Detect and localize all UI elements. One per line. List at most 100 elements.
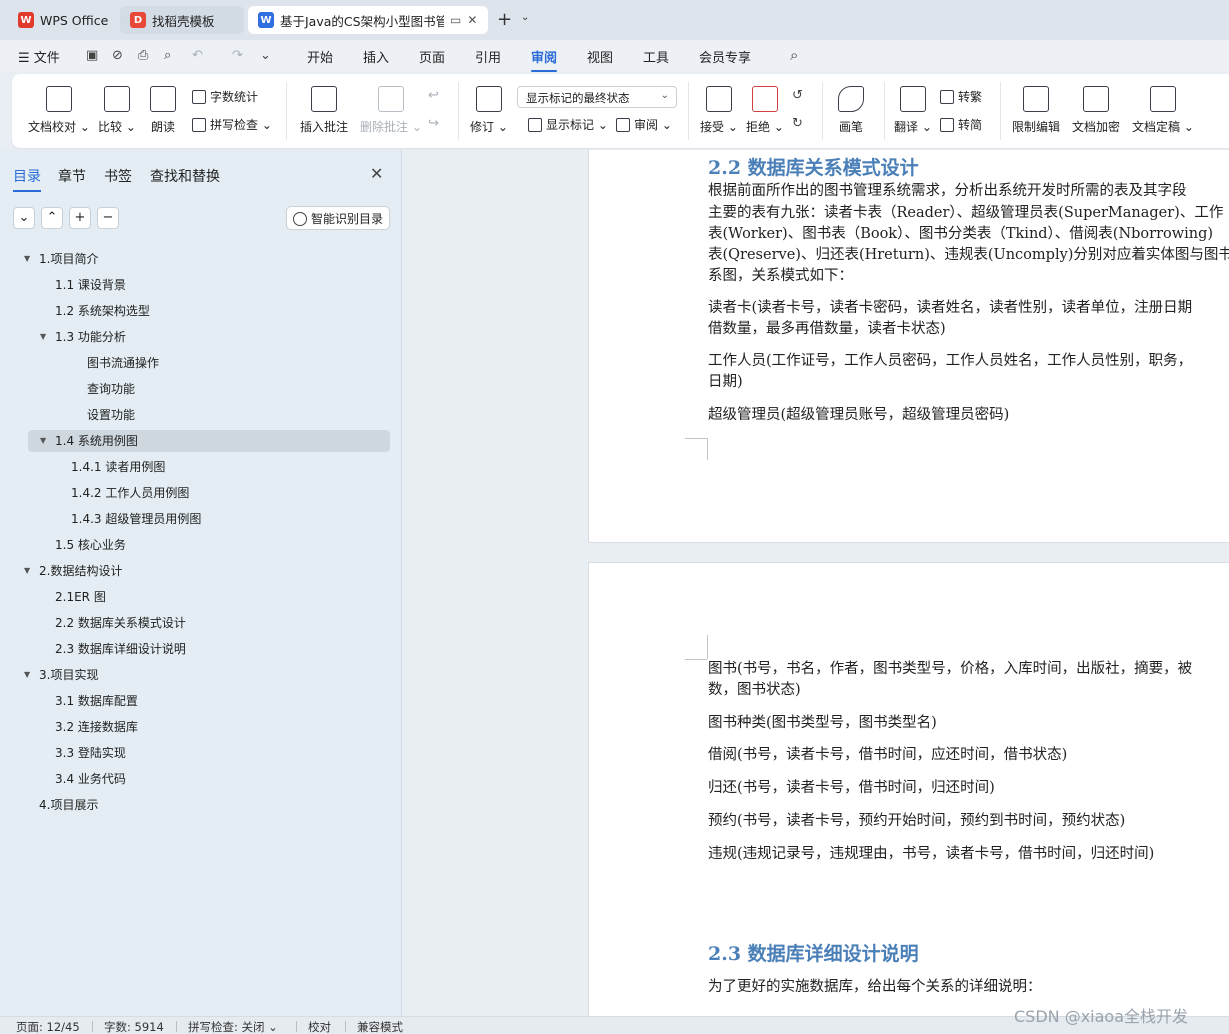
toc-item[interactable]: 设置功能 [87,404,135,426]
close-icon[interactable]: ✕ [467,13,477,27]
menu-reference[interactable]: 引用 [475,47,501,66]
menu-member[interactable]: 会员专享 [699,47,751,66]
restrict-edit-button[interactable]: 限制编辑 [1012,86,1060,135]
word-count-indicator[interactable]: 字数: 5914 [104,1019,164,1034]
monitor-icon[interactable]: ▭ [450,13,461,27]
pen-button[interactable]: 画笔 [838,86,864,135]
redo-icon[interactable]: ↷ [232,48,243,63]
save-icon[interactable]: ▣ [86,48,98,63]
paragraph-line: 日期) [708,374,743,390]
encrypt-button[interactable]: 文档加密 [1072,86,1120,135]
review-pane-button[interactable]: 审阅 ⌄ [616,116,672,133]
menu-tools[interactable]: 工具 [643,47,669,66]
chevron-up-icon: ⌃ [46,210,58,225]
reject-button[interactable]: 拒绝 ⌄ [746,86,784,135]
toc-item[interactable]: ▼ 3.项目实现 [24,664,98,686]
toc-item[interactable]: ▼ 1.项目简介 [24,248,98,270]
toc-item[interactable]: 1.5 核心业务 [55,534,126,556]
revise-button[interactable]: 修订 ⌄ [470,86,508,135]
print-icon[interactable]: ⎙ [138,48,148,63]
toc-item-label: 3.3 登陆实现 [55,746,126,760]
to-simplified-button[interactable]: 转简 [940,116,982,133]
spell-check-indicator[interactable]: 拼写检查: 关闭 ⌄ [188,1019,278,1034]
expand-triangle-icon[interactable]: ▼ [24,560,30,582]
word-count-button[interactable]: 字数统计 [192,88,258,105]
menu-view[interactable]: 视图 [587,47,613,66]
toc-item[interactable]: 查询功能 [87,378,135,400]
toc-item[interactable]: ▼ 1.3 功能分析 [40,326,126,348]
undo-icon[interactable]: ↶ [192,48,203,63]
next-revision-icon[interactable]: ↻ [792,116,803,131]
toc-item[interactable]: 3.4 业务代码 [55,768,126,790]
close-icon[interactable]: ✕ [370,164,383,183]
menu-page[interactable]: 页面 [419,47,445,66]
delete-comment-button[interactable]: 删除批注 ⌄ [360,86,422,135]
insert-comment-button[interactable]: 插入批注 [300,86,348,135]
doc-check-button[interactable]: 文档校对 ⌄ [28,86,90,135]
markup-state-select[interactable]: 显示标记的最终状态 ⌄ [517,86,677,108]
toc-item[interactable]: 1.2 系统架构选型 [55,300,150,322]
smart-toc-button[interactable]: 智能识别目录 [286,206,390,230]
nav-tab-bookmarks[interactable]: 书签 [104,166,132,186]
toc-item[interactable]: 1.4.3 超级管理员用例图 [71,508,201,530]
nav-tab-find-replace[interactable]: 查找和替换 [150,166,220,186]
toc-item[interactable]: 1.1 课设背景 [55,274,126,296]
search-icon[interactable]: ⌕ [790,46,798,64]
menu-start[interactable]: 开始 [307,47,333,66]
paragraph-line: 系图，关系模式如下： [708,268,853,284]
add-heading-button[interactable]: + [69,207,91,229]
file-menu[interactable]: ☰ 文件 [18,47,60,66]
accept-button[interactable]: 接受 ⌄ [700,86,738,135]
toc-item[interactable]: 1.4.2 工作人员用例图 [71,482,189,504]
encrypt-label: 文档加密 [1072,120,1121,134]
expand-up-button[interactable]: ⌃ [41,207,63,229]
link-icon[interactable]: ⊘ [112,48,123,63]
collapse-all-button[interactable]: ⌄ [13,207,35,229]
toc-item[interactable]: ▼ 1.4 系统用例图 [40,430,138,452]
toc-item[interactable]: 2.3 数据库详细设计说明 [55,638,186,660]
spell-check-button[interactable]: 拼写检查 ⌄ [192,116,272,133]
expand-triangle-icon[interactable]: ▼ [40,326,46,348]
toc-item[interactable]: 3.1 数据库配置 [55,690,138,712]
chevron-down-icon[interactable]: ⌄ [521,12,529,23]
tab-document[interactable]: W 基于Java的CS架构小型图书管 ▭ ✕ [248,6,488,34]
toc-item[interactable]: 3.3 登陆实现 [55,742,126,764]
print-preview-icon[interactable]: ⌕ [164,48,171,63]
page-indicator[interactable]: 页面: 12/45 [16,1019,80,1034]
previous-comment-icon[interactable]: ↩ [428,88,439,103]
previous-revision-icon[interactable]: ↺ [792,88,803,103]
toc-item[interactable]: ▼ 2.数据结构设计 [24,560,122,582]
expand-triangle-icon[interactable]: ▼ [24,664,30,686]
compare-button[interactable]: 比较 ⌄ [98,86,136,135]
toc-item[interactable]: 图书流通操作 [87,352,159,374]
lock-doc-icon [1023,86,1049,112]
document-page: 图书(书号，书名，作者，图书类型号，价格，入库时间，出版社，摘要，被 数，图书状… [588,562,1229,1016]
menu-review[interactable]: 审阅 [531,47,558,72]
to-traditional-button[interactable]: 转繁 [940,88,982,105]
paragraph-line: 工作人员(工作证号，工作人员密码，工作人员姓名，工作人员性别，职务， [708,353,1193,369]
toc-item[interactable]: 2.1ER 图 [55,586,106,608]
expand-triangle-icon[interactable]: ▼ [24,248,30,270]
finalize-button[interactable]: 文档定稿 ⌄ [1132,86,1194,135]
add-tab-icon[interactable]: + [497,9,512,30]
toc-item[interactable]: 4.项目展示 [39,794,98,816]
nav-tab-toc[interactable]: 目录 [13,166,41,192]
translate-button[interactable]: 翻译 ⌄ [894,86,932,135]
toc-item[interactable]: 3.2 连接数据库 [55,716,138,738]
tab-wps-office[interactable]: W WPS Office [8,6,116,34]
proofread-indicator[interactable]: 校对 [308,1019,331,1034]
toc-item[interactable]: 1.4.1 读者用例图 [71,456,165,478]
remove-heading-button[interactable]: − [97,207,119,229]
toc-item[interactable]: 2.2 数据库关系模式设计 [55,612,186,634]
chevron-down-icon[interactable]: ⌄ [260,48,271,63]
read-aloud-button[interactable]: 朗读 [150,86,176,135]
next-comment-icon[interactable]: ↪ [428,116,439,131]
menu-insert[interactable]: 插入 [363,47,389,66]
tab-docer[interactable]: D 找稻壳模板 [120,6,244,34]
show-markup-button[interactable]: 显示标记 ⌄ [528,116,608,133]
nav-tab-chapters[interactable]: 章节 [58,166,86,186]
document-page: 2.2 数据库关系模式设计 根据前面所作出的图书管理系统需求，分析出系统开发时所… [588,150,1229,543]
comment-delete-icon [377,86,404,112]
expand-triangle-icon[interactable]: ▼ [40,430,46,452]
toc-item-label: 1.1 课设背景 [55,278,126,292]
